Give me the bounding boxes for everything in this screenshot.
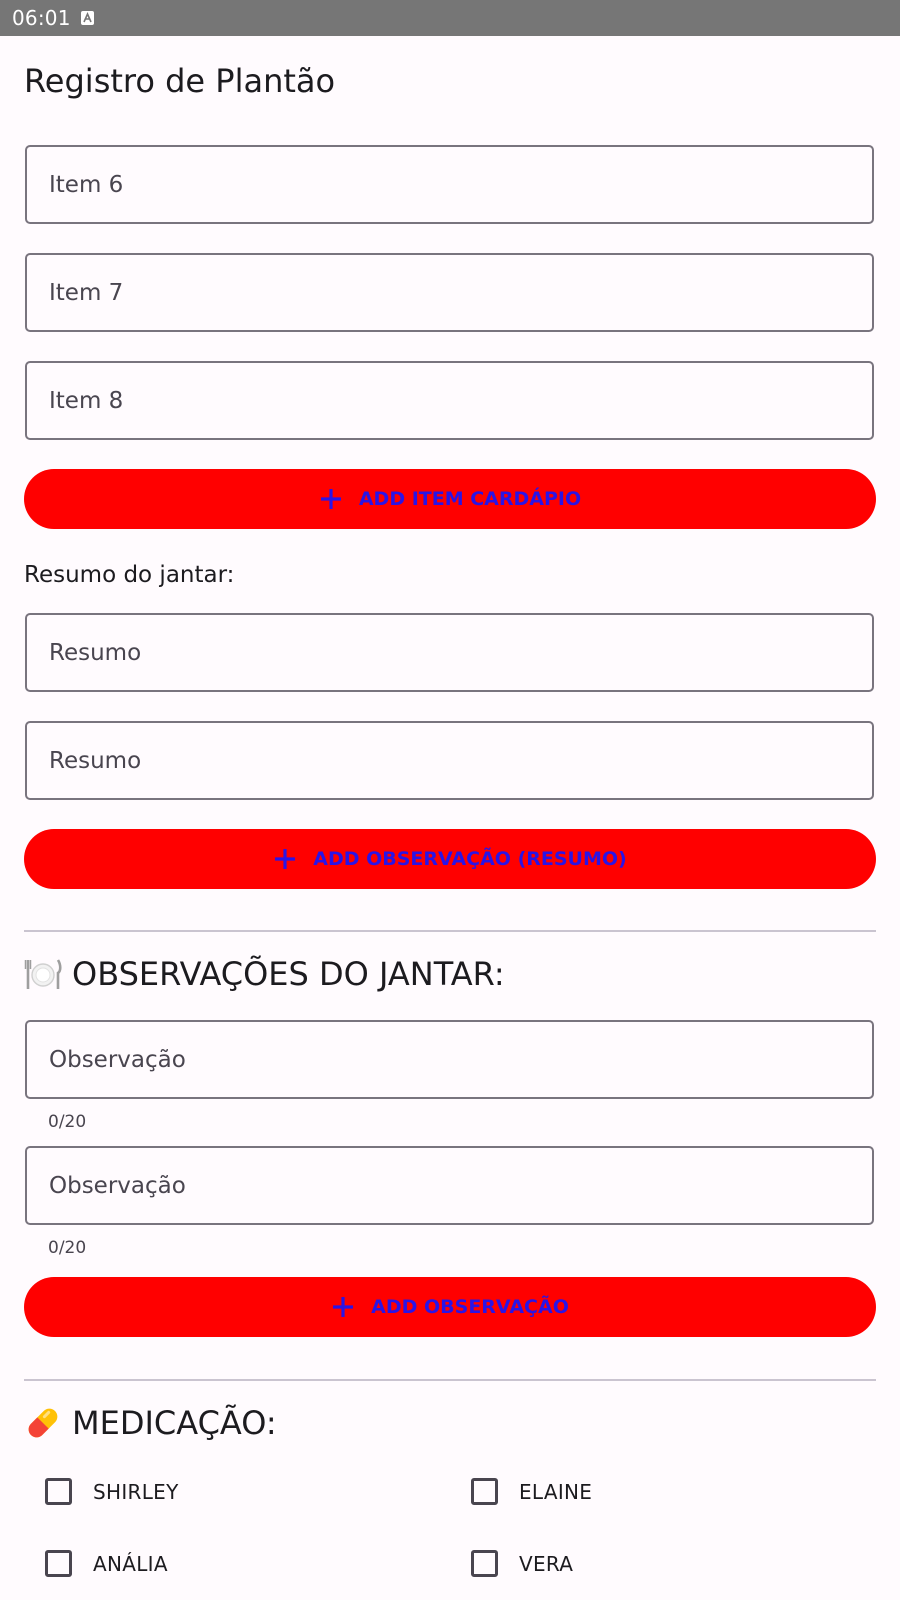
observation-input[interactable] xyxy=(27,1148,872,1223)
menu-item-input[interactable] xyxy=(27,363,872,438)
dinner-summary-label: Resumo do jantar: xyxy=(24,562,235,588)
patient-name: ELAINE xyxy=(519,1479,593,1504)
status-bar: 06:01 xyxy=(0,0,900,36)
checkbox[interactable] xyxy=(45,1550,72,1577)
medication-checkbox-analia[interactable]: ANÁLIA xyxy=(45,1550,168,1577)
pill-icon xyxy=(24,1404,62,1442)
medication-checkbox-shirley[interactable]: SHIRLEY xyxy=(45,1478,179,1505)
medication-checkbox-vera[interactable]: VERA xyxy=(471,1550,573,1577)
section-divider xyxy=(24,930,876,932)
status-time: 06:01 xyxy=(12,6,71,30)
medication-title: MEDICAÇÃO: xyxy=(72,1404,277,1442)
menu-item-input[interactable] xyxy=(27,255,872,330)
patient-name: SHIRLEY xyxy=(93,1479,179,1504)
add-summary-observation-label: ADD OBSERVAÇÃO (RESUMO) xyxy=(313,848,627,870)
observation-input[interactable] xyxy=(27,1022,872,1097)
plus-icon xyxy=(319,487,343,511)
accessibility-notification-icon xyxy=(80,11,94,25)
medication-heading: MEDICAÇÃO: xyxy=(24,1404,277,1442)
checkbox[interactable] xyxy=(45,1478,72,1505)
plus-icon xyxy=(273,847,297,871)
page-title: Registro de Plantão xyxy=(24,62,336,100)
dinner-observations-heading: OBSERVAÇÕES DO JANTAR: xyxy=(24,955,505,993)
add-menu-item-button[interactable]: ADD ITEM CARDÁPIO xyxy=(24,469,876,529)
menu-item-field[interactable] xyxy=(25,145,874,224)
summary-input[interactable] xyxy=(27,723,872,798)
character-counter: 0/20 xyxy=(48,1238,87,1258)
patient-name: VERA xyxy=(519,1551,574,1576)
menu-item-field[interactable] xyxy=(25,361,874,440)
plus-icon xyxy=(331,1295,355,1319)
add-observation-label: ADD OBSERVAÇÃO xyxy=(371,1296,569,1318)
add-observation-button[interactable]: ADD OBSERVAÇÃO xyxy=(24,1277,876,1337)
checkbox[interactable] xyxy=(471,1550,498,1577)
summary-input[interactable] xyxy=(27,615,872,690)
observation-field[interactable] xyxy=(25,1020,874,1099)
patient-name: ANÁLIA xyxy=(93,1551,168,1576)
plate-cutlery-icon xyxy=(24,955,62,993)
summary-field[interactable] xyxy=(25,613,874,692)
character-counter: 0/20 xyxy=(48,1112,87,1132)
section-divider xyxy=(24,1379,876,1381)
checkbox[interactable] xyxy=(471,1478,498,1505)
dinner-observations-title: OBSERVAÇÕES DO JANTAR: xyxy=(72,955,505,993)
add-menu-item-label: ADD ITEM CARDÁPIO xyxy=(358,488,582,510)
observation-field[interactable] xyxy=(25,1146,874,1225)
summary-field[interactable] xyxy=(25,721,874,800)
menu-item-field[interactable] xyxy=(25,253,874,332)
add-summary-observation-button[interactable]: ADD OBSERVAÇÃO (RESUMO) xyxy=(24,829,876,889)
medication-checkbox-elaine[interactable]: ELAINE xyxy=(471,1478,592,1505)
menu-item-input[interactable] xyxy=(27,147,872,222)
